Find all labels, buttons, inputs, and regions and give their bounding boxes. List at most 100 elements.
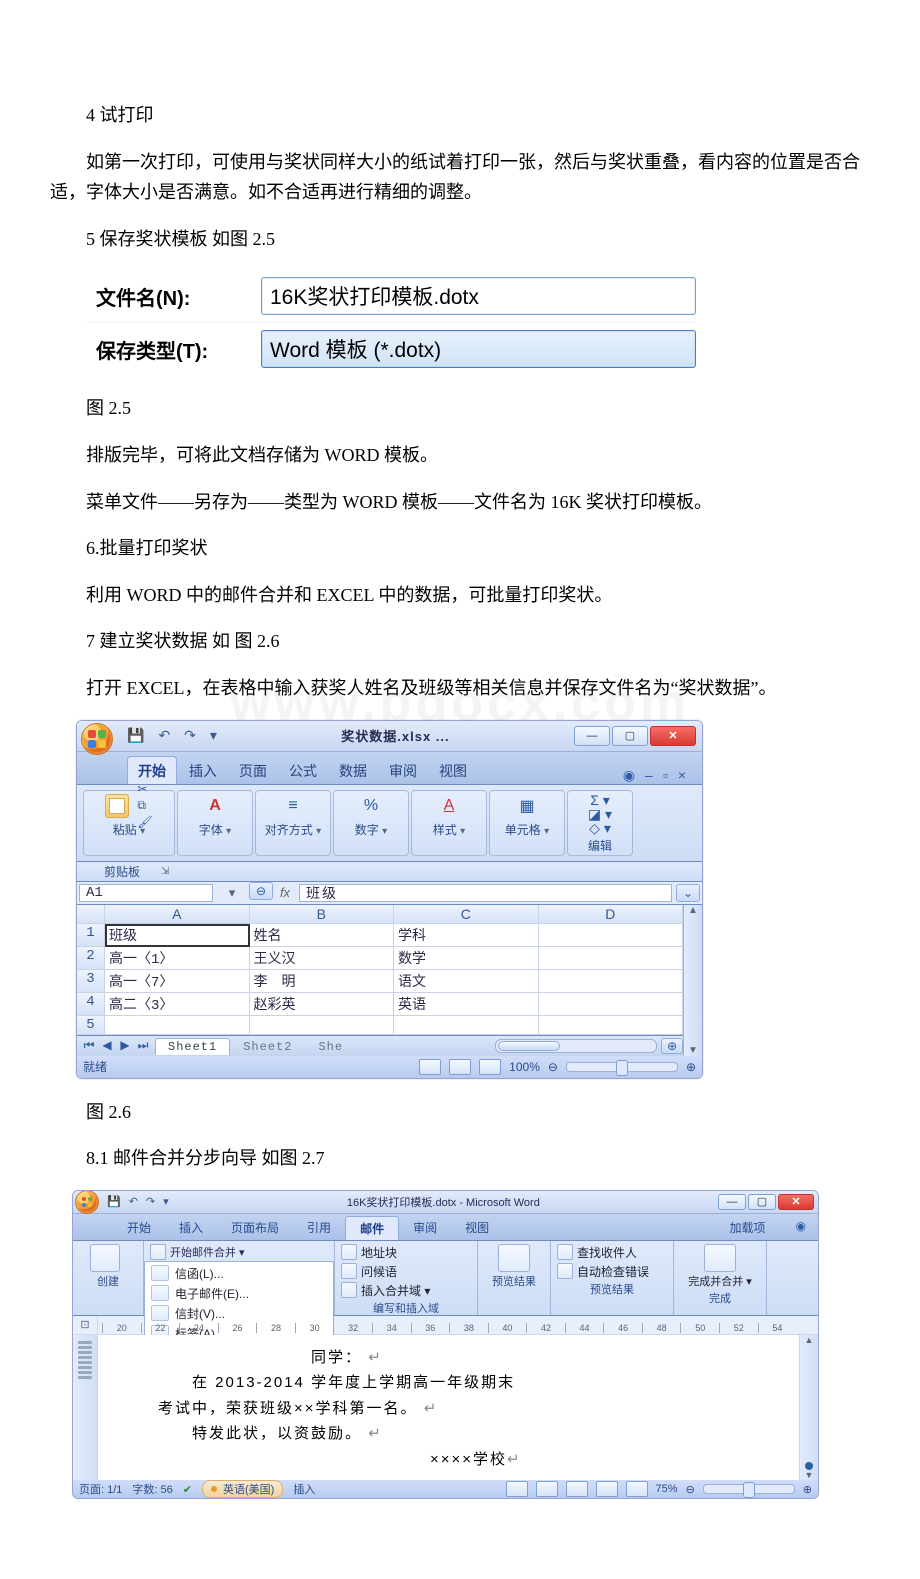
- align-group-label[interactable]: 对齐方式: [265, 823, 313, 837]
- tab-home[interactable]: 开始: [127, 756, 177, 784]
- row-header[interactable]: 5: [77, 1016, 105, 1035]
- zoom-slider[interactable]: [566, 1062, 678, 1072]
- menu-item-letters[interactable]: 信函(L)...: [147, 1264, 331, 1283]
- maximize-button[interactable]: ▢: [612, 726, 648, 746]
- cell-D1[interactable]: [539, 924, 684, 947]
- mdi-minimize-icon[interactable]: –: [645, 767, 653, 783]
- start-mail-merge-button[interactable]: 开始邮件合并 ▾: [170, 1244, 245, 1260]
- cell-D3[interactable]: [539, 970, 684, 993]
- row-header[interactable]: 3: [77, 970, 105, 993]
- tab-pagelayout[interactable]: 页面: [229, 757, 277, 784]
- word-tab-references[interactable]: 引用: [293, 1216, 345, 1240]
- word-undo-icon[interactable]: ↶: [129, 1195, 138, 1208]
- word-maximize-button[interactable]: ▢: [748, 1194, 776, 1210]
- row-header[interactable]: 1: [77, 924, 105, 947]
- finish-merge-button[interactable]: 完成并合并 ▾: [688, 1273, 752, 1289]
- find-recipient-button[interactable]: 查找收件人: [557, 1244, 667, 1261]
- word-tab-view[interactable]: 视图: [451, 1216, 503, 1240]
- excel-grid[interactable]: A B C D 1 班级 姓名 学科 2 高一〈1〉 王义汉 数学 3 高一〈7…: [77, 905, 683, 1035]
- cell-C4[interactable]: 英语: [394, 993, 539, 1016]
- word-tab-mailings[interactable]: 邮件: [345, 1216, 399, 1240]
- insert-merge-field-button[interactable]: 插入合并域 ▾: [341, 1282, 471, 1299]
- status-page[interactable]: 页面: 1/1: [79, 1481, 122, 1497]
- zoom-percent[interactable]: 100%: [509, 1060, 540, 1074]
- word-zoom-in-icon[interactable]: ⊕: [803, 1483, 812, 1496]
- sheet-tab-3[interactable]: She: [305, 1038, 356, 1055]
- cell-B4[interactable]: 赵彩英: [250, 993, 395, 1016]
- horizontal-ruler[interactable]: 20 22 24 26 28 30 32 34 36 38 40 42 44 4…: [98, 1316, 800, 1334]
- sheet-tab-1[interactable]: Sheet1: [155, 1038, 230, 1055]
- preview-results-icon[interactable]: [498, 1244, 530, 1272]
- greeting-line-button[interactable]: 问候语: [341, 1263, 471, 1280]
- save-icon[interactable]: 💾: [127, 727, 144, 744]
- menu-item-email[interactable]: 电子邮件(E)...: [147, 1284, 331, 1303]
- row-header[interactable]: 2: [77, 947, 105, 970]
- formula-expand[interactable]: ⊖: [249, 882, 273, 900]
- mdi-restore-icon[interactable]: ▫: [663, 767, 668, 783]
- paste-icon[interactable]: [105, 794, 129, 818]
- zoom-out-icon[interactable]: ⊖: [548, 1060, 558, 1074]
- formula-bar[interactable]: 班级: [299, 884, 672, 902]
- row-header[interactable]: 4: [77, 993, 105, 1016]
- select-all-corner[interactable]: [77, 905, 105, 924]
- vertical-scrollbar[interactable]: ▲ ▼: [683, 905, 702, 1056]
- align-group-icon[interactable]: ≡: [288, 793, 297, 819]
- fx-icon[interactable]: fx: [273, 882, 297, 904]
- status-insert-mode[interactable]: 插入: [293, 1481, 315, 1497]
- cell-C2[interactable]: 数学: [394, 947, 539, 970]
- word-close-button[interactable]: ✕: [778, 1194, 814, 1210]
- word-tab-addins[interactable]: 加载项: [716, 1216, 780, 1240]
- col-header-A[interactable]: A: [105, 905, 250, 924]
- undo-icon[interactable]: ↶: [158, 727, 170, 744]
- cell-D4[interactable]: [539, 993, 684, 1016]
- word-vertical-scrollbar[interactable]: ▲ ▼: [799, 1335, 818, 1481]
- word-view-fullscreen-icon[interactable]: [536, 1481, 558, 1497]
- cell-D2[interactable]: [539, 947, 684, 970]
- mdi-close-icon[interactable]: ×: [678, 767, 686, 783]
- col-header-B[interactable]: B: [250, 905, 395, 924]
- number-group-label[interactable]: 数字: [355, 823, 379, 837]
- word-office-button[interactable]: [75, 1190, 99, 1214]
- zoom-in-icon[interactable]: ⊕: [686, 1060, 696, 1074]
- word-zoom-percent[interactable]: 75%: [656, 1483, 678, 1495]
- word-view-draft-icon[interactable]: [626, 1481, 648, 1497]
- help-icon[interactable]: ◉: [623, 767, 635, 784]
- cells-group-icon[interactable]: ▦: [519, 793, 534, 819]
- cell-A5[interactable]: [105, 1016, 250, 1035]
- tab-data[interactable]: 数据: [329, 757, 377, 784]
- create-envelopes-button[interactable]: [79, 1244, 131, 1272]
- cell-B3[interactable]: 李 明: [250, 970, 395, 993]
- copy-icon[interactable]: ⧉: [137, 798, 152, 813]
- word-help-icon[interactable]: ◉: [788, 1216, 814, 1240]
- word-tab-review[interactable]: 审阅: [399, 1216, 451, 1240]
- word-view-print-icon[interactable]: [506, 1481, 528, 1497]
- formula-bar-expand[interactable]: ⌄: [676, 884, 700, 902]
- vertical-ruler[interactable]: [73, 1335, 98, 1481]
- word-tab-insert[interactable]: 插入: [165, 1216, 217, 1240]
- col-header-C[interactable]: C: [394, 905, 539, 924]
- cell-A1[interactable]: 班级: [105, 924, 250, 947]
- sheet-add-button[interactable]: ⊕: [661, 1038, 683, 1054]
- savedlg-filename-field[interactable]: 16K奖状打印模板.dotx: [261, 277, 696, 315]
- paste-label[interactable]: 粘贴: [113, 823, 137, 837]
- savedlg-type-field[interactable]: Word 模板 (*.dotx): [261, 330, 696, 368]
- name-box[interactable]: A1: [79, 884, 213, 902]
- status-language[interactable]: 英语(美国): [202, 1480, 283, 1498]
- qat-more-icon[interactable]: ▾: [210, 727, 217, 744]
- view-pagelayout-icon[interactable]: [449, 1059, 471, 1075]
- minimize-button[interactable]: —: [574, 726, 610, 746]
- styles-group-icon[interactable]: A: [444, 793, 455, 819]
- sheet-tab-2[interactable]: Sheet2: [230, 1038, 305, 1055]
- font-group-label[interactable]: 字体: [199, 823, 223, 837]
- word-redo-icon[interactable]: ↷: [146, 1195, 155, 1208]
- address-block-button[interactable]: 地址块: [341, 1244, 471, 1261]
- browse-object-icon[interactable]: [805, 1462, 813, 1470]
- cell-A4[interactable]: 高二〈3〉: [105, 993, 250, 1016]
- preview-results-label[interactable]: 预览结果: [492, 1273, 536, 1289]
- cell-C3[interactable]: 语文: [394, 970, 539, 993]
- word-minimize-button[interactable]: —: [718, 1194, 746, 1210]
- col-header-D[interactable]: D: [539, 905, 684, 924]
- styles-group-label[interactable]: 样式: [433, 823, 457, 837]
- word-view-web-icon[interactable]: [566, 1481, 588, 1497]
- font-group-icon[interactable]: A: [209, 793, 221, 819]
